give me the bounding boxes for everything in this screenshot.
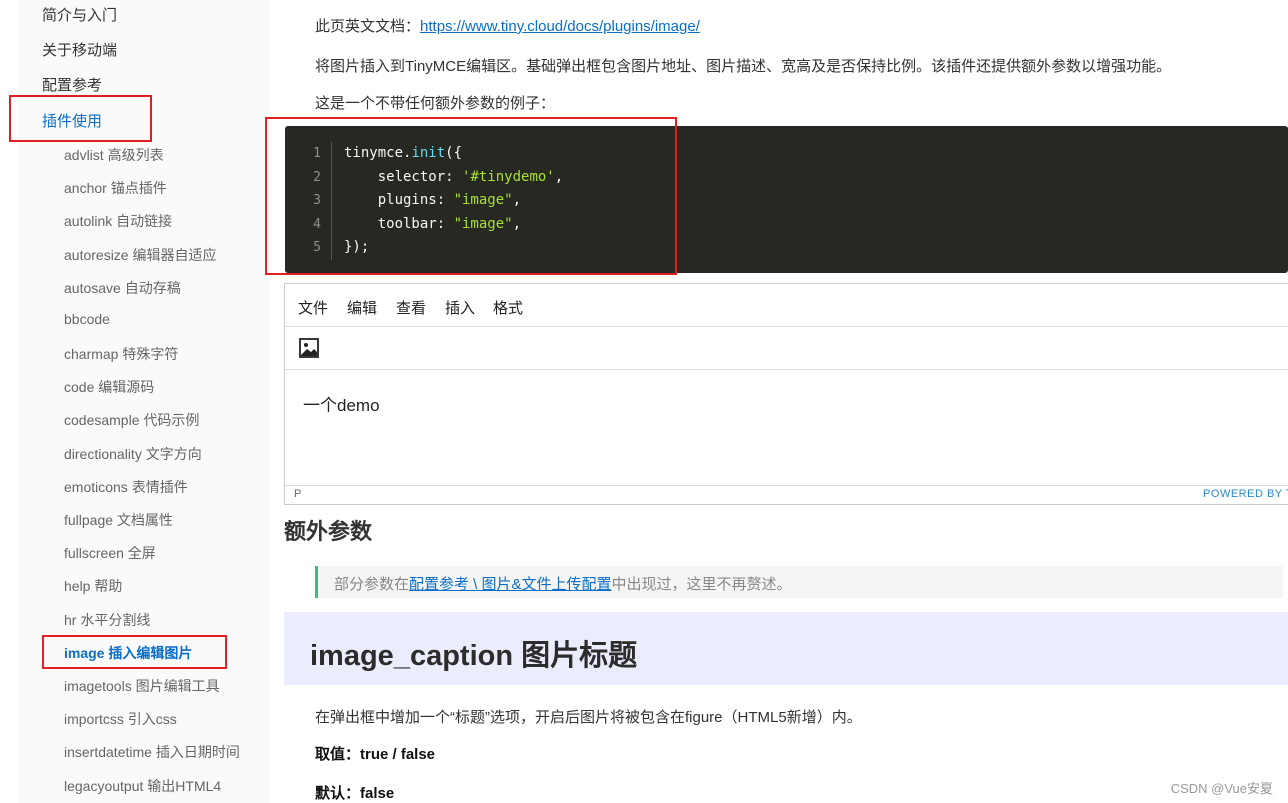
nav-emoticons[interactable]: emoticons 表情插件 xyxy=(64,477,188,497)
code-token: , xyxy=(512,215,522,232)
line-number: 3 xyxy=(313,193,321,208)
code-token: selector: xyxy=(344,168,463,185)
line-number: 1 xyxy=(313,146,321,161)
nav-help[interactable]: help 帮助 xyxy=(64,576,122,596)
nav-bbcode[interactable]: bbcode xyxy=(64,311,110,327)
nav-autolink[interactable]: autolink 自动链接 xyxy=(64,211,172,231)
nav-mobile[interactable]: 关于移动端 xyxy=(42,39,117,60)
line-number: 5 xyxy=(313,240,321,255)
line-number-gutter: 1 2 3 4 5 xyxy=(285,142,332,260)
code-token: plugins: xyxy=(344,192,454,208)
code-line: toolbar: "image", xyxy=(344,213,563,237)
code-token: ({ xyxy=(445,145,463,161)
nav-hr[interactable]: hr 水平分割线 xyxy=(64,610,150,630)
intro-paragraph: 将图片插入到TinyMCE编辑区。基础弹出框包含图片地址、图片描述、宽高及是否保… xyxy=(315,58,1172,75)
code-token: "image" xyxy=(453,192,513,208)
section-heading: 额外参数 xyxy=(284,519,373,544)
nav-directionality[interactable]: directionality 文字方向 xyxy=(64,444,202,464)
code-token: "image" xyxy=(453,215,513,232)
nav-fullpage[interactable]: fullpage 文档属性 xyxy=(64,510,173,530)
blockquote-note: 部分参数在配置参考 \ 图片&文件上传配置中出现过，这里不再赘述。 xyxy=(315,566,1283,598)
code-lines: tinymce.init({ selector: '#tinydemo', pl… xyxy=(344,142,563,260)
editor-statusbar: P POWERED BY T xyxy=(285,485,1288,504)
nav-plugins[interactable]: 插件使用 xyxy=(42,110,102,131)
nav-advlist[interactable]: advlist 高级列表 xyxy=(64,145,164,165)
code-line: }); xyxy=(344,236,563,260)
powered-by-link[interactable]: POWERED BY T xyxy=(1203,488,1288,500)
nav-config[interactable]: 配置参考 xyxy=(42,74,102,95)
menu-format[interactable]: 格式 xyxy=(493,297,523,318)
menu-view[interactable]: 查看 xyxy=(396,297,426,318)
menu-file[interactable]: 文件 xyxy=(298,297,328,318)
note-text-after: 中出现过，这里不再赘述。 xyxy=(611,576,792,593)
menu-edit[interactable]: 编辑 xyxy=(347,297,377,318)
element-path[interactable]: P xyxy=(294,488,301,500)
option-default: 默认：false xyxy=(315,785,395,802)
line-number: 2 xyxy=(313,169,321,185)
nav-legacyoutput[interactable]: legacyoutput 输出HTML4 xyxy=(64,776,221,796)
code-token: , xyxy=(512,192,522,208)
code-token: init xyxy=(411,145,446,161)
example-intro: 这是一个不带任何额外参数的例子： xyxy=(315,95,556,112)
option-header: image_caption 图片标题 xyxy=(284,612,1288,685)
code-block: 1 2 3 4 5 tinymce.init({ selector: '#tin… xyxy=(285,126,1288,273)
nav-imagetools[interactable]: imagetools 图片编辑工具 xyxy=(64,676,220,696)
tinymce-editor: 文件 编辑 查看 插入 格式 一个demo P POWERED BY T xyxy=(284,283,1288,505)
code-line: plugins: "image", xyxy=(344,189,563,213)
editor-toolbar xyxy=(285,326,1288,370)
nav-importcss[interactable]: importcss 引入css xyxy=(64,709,177,729)
code-line: tinymce.init({ xyxy=(344,142,563,166)
option-title: image_caption 图片标题 xyxy=(310,640,638,672)
doc-link-line: 此页英文文档：https://www.tiny.cloud/docs/plugi… xyxy=(315,15,700,36)
code-token: , xyxy=(554,168,564,185)
nav-fullscreen[interactable]: fullscreen 全屏 xyxy=(64,543,156,563)
option-values: 取值：true / false xyxy=(315,746,436,763)
config-reference-link[interactable]: 配置参考 \ 图片&文件上传配置 xyxy=(409,576,612,593)
nav-intro[interactable]: 简介与入门 xyxy=(42,4,117,25)
line-number: 4 xyxy=(313,216,321,232)
nav-anchor[interactable]: anchor 锚点插件 xyxy=(64,178,167,198)
code-token: }); xyxy=(344,239,370,255)
note-text: 部分参数在配置参考 \ 图片&文件上传配置中出现过，这里不再赘述。 xyxy=(334,573,792,594)
note-text-before: 部分参数在 xyxy=(334,576,410,593)
doc-url-link[interactable]: https://www.tiny.cloud/docs/plugins/imag… xyxy=(420,18,700,35)
code-token: tinymce. xyxy=(344,145,412,161)
option-description: 在弹出框中增加一个“标题”选项，开启后图片将被包含在figure（HTML5新增… xyxy=(315,709,862,726)
watermark: CSDN @Vue安夏 xyxy=(1170,781,1273,796)
nav-charmap[interactable]: charmap 特殊字符 xyxy=(64,344,178,364)
nav-autosave[interactable]: autosave 自动存稿 xyxy=(64,278,181,298)
nav-image[interactable]: image 插入编辑图片 xyxy=(64,643,192,663)
doc-label: 此页英文文档： xyxy=(315,18,421,35)
nav-code[interactable]: code 编辑源码 xyxy=(64,377,154,397)
menu-insert[interactable]: 插入 xyxy=(445,297,475,318)
nav-autoresize[interactable]: autoresize 编辑器自适应 xyxy=(64,245,216,265)
nav-insertdatetime[interactable]: insertdatetime 插入日期时间 xyxy=(64,742,240,762)
editor-content[interactable]: 一个demo xyxy=(303,391,380,416)
code-token: '#tinydemo' xyxy=(462,168,555,185)
code-token: toolbar: xyxy=(344,215,454,232)
code-line: selector: '#tinydemo', xyxy=(344,166,563,190)
image-icon[interactable] xyxy=(297,336,321,360)
editor-menubar: 文件 编辑 查看 插入 格式 xyxy=(285,284,1288,327)
nav-codesample[interactable]: codesample 代码示例 xyxy=(64,410,199,430)
